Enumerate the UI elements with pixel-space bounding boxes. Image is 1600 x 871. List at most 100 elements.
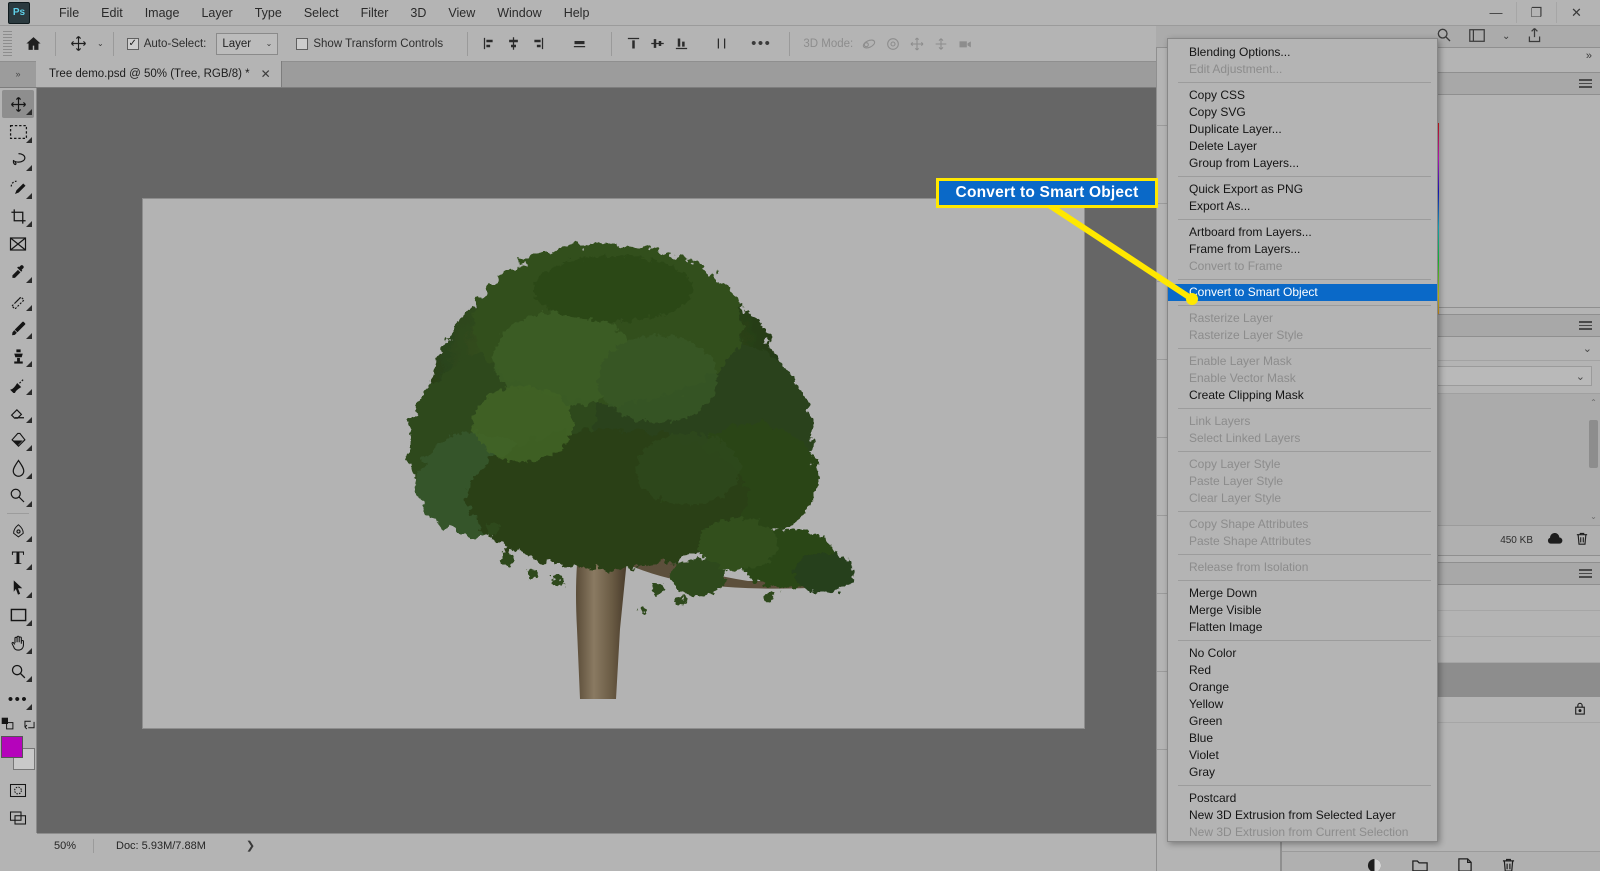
menu-layer[interactable]: Layer xyxy=(190,1,243,25)
menu-filter[interactable]: Filter xyxy=(350,1,400,25)
distribute-bottom-edges-icon[interactable] xyxy=(669,33,693,55)
zoom-tool-button[interactable] xyxy=(2,657,34,685)
context-menu-item[interactable]: Copy SVG xyxy=(1168,104,1437,121)
rectangular-marquee-tool-button[interactable] xyxy=(2,118,34,146)
context-menu-item[interactable]: Copy CSS xyxy=(1168,87,1437,104)
zoom-level[interactable]: 50% xyxy=(37,840,93,852)
new-group-icon[interactable] xyxy=(1412,859,1428,871)
scroll-down-icon[interactable]: ⌄ xyxy=(1589,512,1598,521)
context-menu-item[interactable]: Green xyxy=(1168,713,1437,730)
crop-tool-button[interactable] xyxy=(2,202,34,230)
context-menu-item[interactable]: Merge Visible xyxy=(1168,602,1437,619)
pen-tool-button[interactable] xyxy=(2,517,34,545)
context-menu-item[interactable]: Yellow xyxy=(1168,696,1437,713)
chevron-down-icon[interactable]: ⌄ xyxy=(1576,370,1585,383)
camera-3d-icon[interactable] xyxy=(953,33,977,55)
distribute-spacing-icon[interactable] xyxy=(709,33,733,55)
menu-help[interactable]: Help xyxy=(553,1,601,25)
scroll-up-icon[interactable]: ⌃ xyxy=(1589,398,1598,407)
collapse-panels-icon[interactable]: » xyxy=(1586,50,1592,62)
more-options-button[interactable]: ••• xyxy=(747,26,775,62)
eyedropper-tool-button[interactable] xyxy=(2,258,34,286)
delete-icon[interactable] xyxy=(1576,532,1588,549)
tool-preset-chevron-icon[interactable]: ⌄ xyxy=(97,39,104,48)
auto-select-scope-dropdown[interactable]: Layer ⌄ xyxy=(216,32,279,55)
maximize-button[interactable]: ❐ xyxy=(1516,2,1556,23)
spot-healing-brush-tool-button[interactable] xyxy=(2,286,34,314)
menu-image[interactable]: Image xyxy=(134,1,191,25)
panel-menu-icon[interactable] xyxy=(1579,321,1592,330)
screen-mode-button[interactable] xyxy=(2,804,34,832)
quick-mask-swap-icon[interactable] xyxy=(1,717,15,734)
document-tab[interactable]: Tree demo.psd @ 50% (Tree, RGB/8) * ✕ xyxy=(36,61,282,87)
align-left-edges-icon[interactable] xyxy=(477,33,501,55)
context-menu-item[interactable]: Flatten Image xyxy=(1168,619,1437,636)
eraser-tool-button[interactable] xyxy=(2,398,34,426)
menu-edit[interactable]: Edit xyxy=(90,1,134,25)
share-icon[interactable] xyxy=(1527,27,1542,46)
color-swatches[interactable] xyxy=(1,736,35,770)
move-tool-icon[interactable] xyxy=(65,31,91,57)
show-transform-checkbox[interactable] xyxy=(296,37,309,50)
menu-view[interactable]: View xyxy=(437,1,486,25)
context-menu-item[interactable]: Export As... xyxy=(1168,198,1437,215)
layer-context-menu[interactable]: Blending Options... Edit Adjustment... Cop… xyxy=(1167,38,1438,842)
edit-toolbar-button[interactable]: ••• xyxy=(2,685,34,713)
foreground-color-swatch[interactable] xyxy=(1,736,23,758)
pan-3d-icon[interactable] xyxy=(905,33,929,55)
quick-selection-tool-button[interactable] xyxy=(2,174,34,202)
context-menu-item[interactable]: Gray xyxy=(1168,764,1437,781)
context-menu-item[interactable]: Artboard from Layers... xyxy=(1168,224,1437,241)
search-icon[interactable] xyxy=(1436,27,1452,46)
close-icon[interactable]: ✕ xyxy=(261,67,271,81)
dodge-tool-button[interactable] xyxy=(2,482,34,510)
context-menu-item[interactable]: Create Clipping Mask xyxy=(1168,387,1437,404)
tab-bar-expand-icon[interactable]: » xyxy=(0,61,36,87)
new-layer-icon[interactable] xyxy=(1458,858,1472,871)
delete-layer-icon[interactable] xyxy=(1502,858,1515,871)
rectangle-tool-button[interactable] xyxy=(2,601,34,629)
history-brush-tool-button[interactable] xyxy=(2,370,34,398)
minimize-button[interactable]: — xyxy=(1476,2,1516,23)
context-menu-item[interactable]: Postcard xyxy=(1168,790,1437,807)
context-menu-item[interactable]: Convert to Smart Object xyxy=(1168,284,1437,301)
distribute-horizontally-icon[interactable] xyxy=(567,33,591,55)
context-menu-item[interactable]: Delete Layer xyxy=(1168,138,1437,155)
clone-stamp-tool-button[interactable] xyxy=(2,342,34,370)
context-menu-item[interactable]: Frame from Layers... xyxy=(1168,241,1437,258)
home-icon[interactable] xyxy=(20,31,46,57)
status-expand-icon[interactable]: ❯ xyxy=(246,839,255,852)
distribute-vertical-centers-icon[interactable] xyxy=(645,33,669,55)
context-menu-item[interactable]: Violet xyxy=(1168,747,1437,764)
quick-mask-mode-button[interactable] xyxy=(2,776,34,804)
type-tool-button[interactable]: T xyxy=(2,545,34,573)
context-menu-item[interactable]: Merge Down xyxy=(1168,585,1437,602)
context-menu-item[interactable]: New 3D Extrusion from Selected Layer xyxy=(1168,807,1437,824)
frame-tool-button[interactable] xyxy=(2,230,34,258)
scrollbar-thumb[interactable] xyxy=(1589,420,1598,468)
distribute-top-edges-icon[interactable] xyxy=(621,33,645,55)
swap-colors-icon[interactable] xyxy=(23,718,36,734)
context-menu-item[interactable]: Red xyxy=(1168,662,1437,679)
context-menu-item[interactable]: Quick Export as PNG xyxy=(1168,181,1437,198)
menu-window[interactable]: Window xyxy=(486,1,552,25)
menu-type[interactable]: Type xyxy=(244,1,293,25)
move-tool-button[interactable] xyxy=(2,90,34,118)
cloud-sync-icon[interactable] xyxy=(1546,532,1563,548)
lasso-tool-button[interactable] xyxy=(2,146,34,174)
slide-3d-icon[interactable] xyxy=(929,33,953,55)
context-menu-item[interactable]: Orange xyxy=(1168,679,1437,696)
brush-tool-button[interactable] xyxy=(2,314,34,342)
context-menu-item[interactable]: Blue xyxy=(1168,730,1437,747)
orbit-3d-icon[interactable] xyxy=(857,33,881,55)
menu-select[interactable]: Select xyxy=(293,1,350,25)
close-button[interactable]: ✕ xyxy=(1556,2,1596,23)
gradient-tool-button[interactable] xyxy=(2,426,34,454)
menu-3d[interactable]: 3D xyxy=(399,1,437,25)
context-menu-item[interactable]: Group from Layers... xyxy=(1168,155,1437,172)
panel-menu-icon[interactable] xyxy=(1579,569,1592,578)
auto-select-option[interactable]: Auto-Select: xyxy=(123,26,211,62)
workspace-icon[interactable] xyxy=(1469,28,1485,45)
menu-file[interactable]: File xyxy=(48,1,90,25)
show-transform-controls-option[interactable]: Show Transform Controls xyxy=(292,26,447,62)
